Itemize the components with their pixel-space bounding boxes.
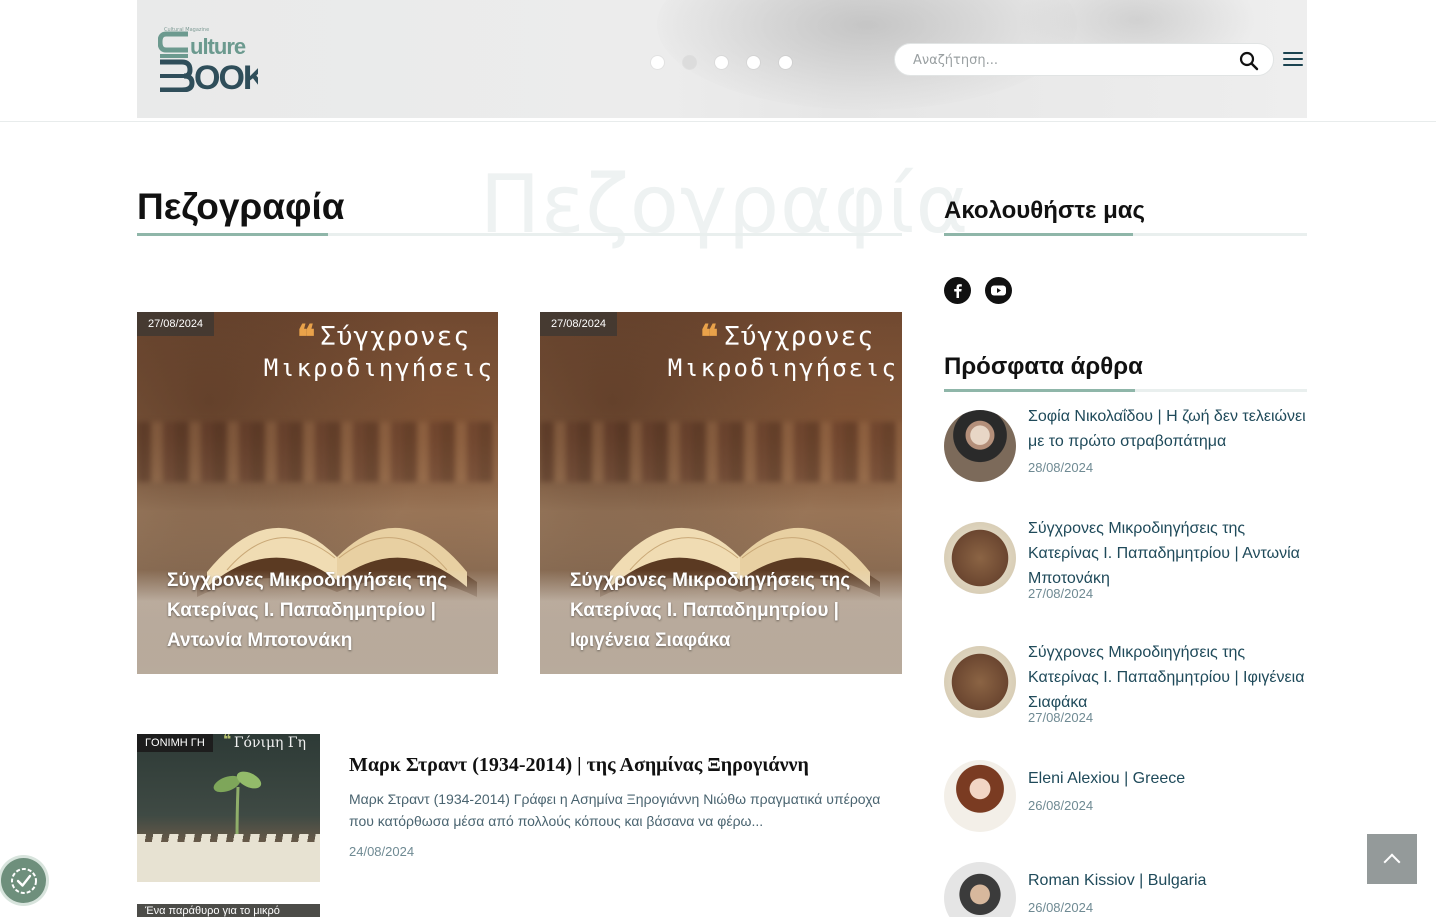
sprout-illustration: [213, 771, 262, 842]
youtube-icon[interactable]: [985, 277, 1012, 304]
slider-dots: [651, 56, 792, 69]
recent-post-date: 28/08/2024: [1028, 460, 1094, 475]
search-icon[interactable]: [1239, 51, 1259, 71]
recent-post-thumbnail[interactable]: [944, 522, 1016, 594]
recent-post-date: 27/08/2024: [1028, 710, 1094, 725]
cookie-settings-icon: [10, 867, 37, 894]
quote-mark-icon: ❝: [700, 318, 719, 358]
recent-post-title-link[interactable]: Roman Kissiov | Bulgaria: [1028, 868, 1308, 893]
card-image-heading-line2: Μικροδιηγήσεις: [667, 354, 898, 382]
recent-posts-title: Πρόσφατα άρθρα: [944, 353, 1143, 380]
recent-post-date: 26/08/2024: [1028, 900, 1094, 915]
recent-post-thumbnail[interactable]: [944, 862, 1016, 917]
follow-us-underline: [944, 233, 1307, 236]
slider-dot-4[interactable]: [747, 56, 760, 69]
card-image-heading-line1: Σύγχρονες: [320, 322, 470, 352]
recent-post-date: 26/08/2024: [1028, 798, 1094, 813]
site-logo[interactable]: Cultural Magazine ulture OOK: [157, 26, 270, 97]
scroll-to-top-button[interactable]: [1367, 834, 1417, 884]
site-header: Cultural Magazine ulture OOK: [0, 0, 1436, 122]
logo-graphic: Cultural Magazine ulture OOK: [157, 27, 270, 97]
section-ghost-title: Πεζογραφία: [480, 158, 970, 251]
card-date-badge: 27/08/2024: [540, 312, 618, 336]
page-title: Πεζογραφία: [137, 186, 345, 227]
card-image-heading-line1: Σύγχρονες: [724, 322, 874, 352]
featured-post-card[interactable]: ❝ Σύγχρονες Μικροδιηγήσεις 27/08/2024 Σύ…: [137, 312, 498, 674]
page-title-underline: [137, 233, 902, 236]
slider-dot-2[interactable]: [683, 56, 696, 69]
quote-mark-icon: ❝: [223, 734, 232, 748]
post-date: 24/08/2024: [349, 844, 415, 859]
recent-posts-underline: [944, 389, 1307, 392]
card-image-heading-line2: Μικροδιηγήσεις: [263, 354, 494, 382]
recent-post-thumbnail[interactable]: [944, 646, 1016, 718]
quote-mark-icon: ❝: [297, 318, 316, 358]
search-input[interactable]: [913, 50, 1223, 70]
recent-post-title-link[interactable]: Σύγχρονες Μικροδιηγήσεις της Κατερίνας Ι…: [1028, 516, 1308, 591]
post-excerpt: Μαρκ Στραντ (1934-2014) Γράφει η Ασημίνα…: [349, 791, 881, 829]
card-date-badge: 27/08/2024: [137, 312, 215, 336]
post-thumbnail[interactable]: Ένα παράθυρο για το μικρό: [137, 904, 320, 917]
social-links: [944, 277, 1012, 304]
recent-post-title-link[interactable]: Σοφία Νικολαΐδου | Η ζωή δεν τελειώνει μ…: [1028, 404, 1308, 454]
recent-post-date: 27/08/2024: [1028, 586, 1094, 601]
cookie-consent-button[interactable]: [1, 858, 46, 903]
svg-text:OOK: OOK: [194, 59, 258, 92]
post-list-item: ΓΟΝΙΜΗ ΓΗ ❝ Γόνιμη Γη Μαρκ Στραντ (1934-…: [137, 734, 903, 882]
slider-dot-5[interactable]: [779, 56, 792, 69]
post-thumbnail[interactable]: ΓΟΝΙΜΗ ΓΗ ❝ Γόνιμη Γη: [137, 734, 320, 882]
facebook-icon[interactable]: [944, 277, 971, 304]
thumbnail-heading: Γόνιμη Γη: [233, 735, 306, 751]
card-title-link[interactable]: Σύγχρονες Μικροδιηγήσεις της Κατερίνας Ι…: [167, 566, 467, 656]
category-tag[interactable]: ΓΟΝΙΜΗ ΓΗ: [137, 734, 213, 752]
slider-dot-3[interactable]: [715, 56, 728, 69]
slider-dot-1[interactable]: [651, 56, 664, 69]
search-box: [894, 43, 1274, 76]
featured-post-card[interactable]: ❝ Σύγχρονες Μικροδιηγήσεις 27/08/2024 Σύ…: [540, 312, 902, 674]
hamburger-menu-icon[interactable]: [1283, 52, 1303, 68]
recent-post-thumbnail[interactable]: [944, 410, 1016, 482]
recent-post-thumbnail[interactable]: [944, 760, 1016, 832]
svg-text:ulture: ulture: [190, 34, 246, 59]
recent-post-title-link[interactable]: Eleni Alexiou | Greece: [1028, 766, 1308, 791]
follow-us-title: Ακολουθήστε μας: [944, 197, 1145, 224]
post-title-link[interactable]: Μαρκ Στραντ (1934-2014) | της Ασημίνας Ξ…: [349, 754, 809, 777]
post-thumbnail-caption: Ένα παράθυρο για το μικρό: [145, 905, 280, 917]
recent-post-title-link[interactable]: Σύγχρονες Μικροδιηγήσεις της Κατερίνας Ι…: [1028, 640, 1308, 715]
card-title-link[interactable]: Σύγχρονες Μικροδιηγήσεις της Κατερίνας Ι…: [570, 566, 870, 656]
chevron-up-icon: [1383, 853, 1401, 871]
